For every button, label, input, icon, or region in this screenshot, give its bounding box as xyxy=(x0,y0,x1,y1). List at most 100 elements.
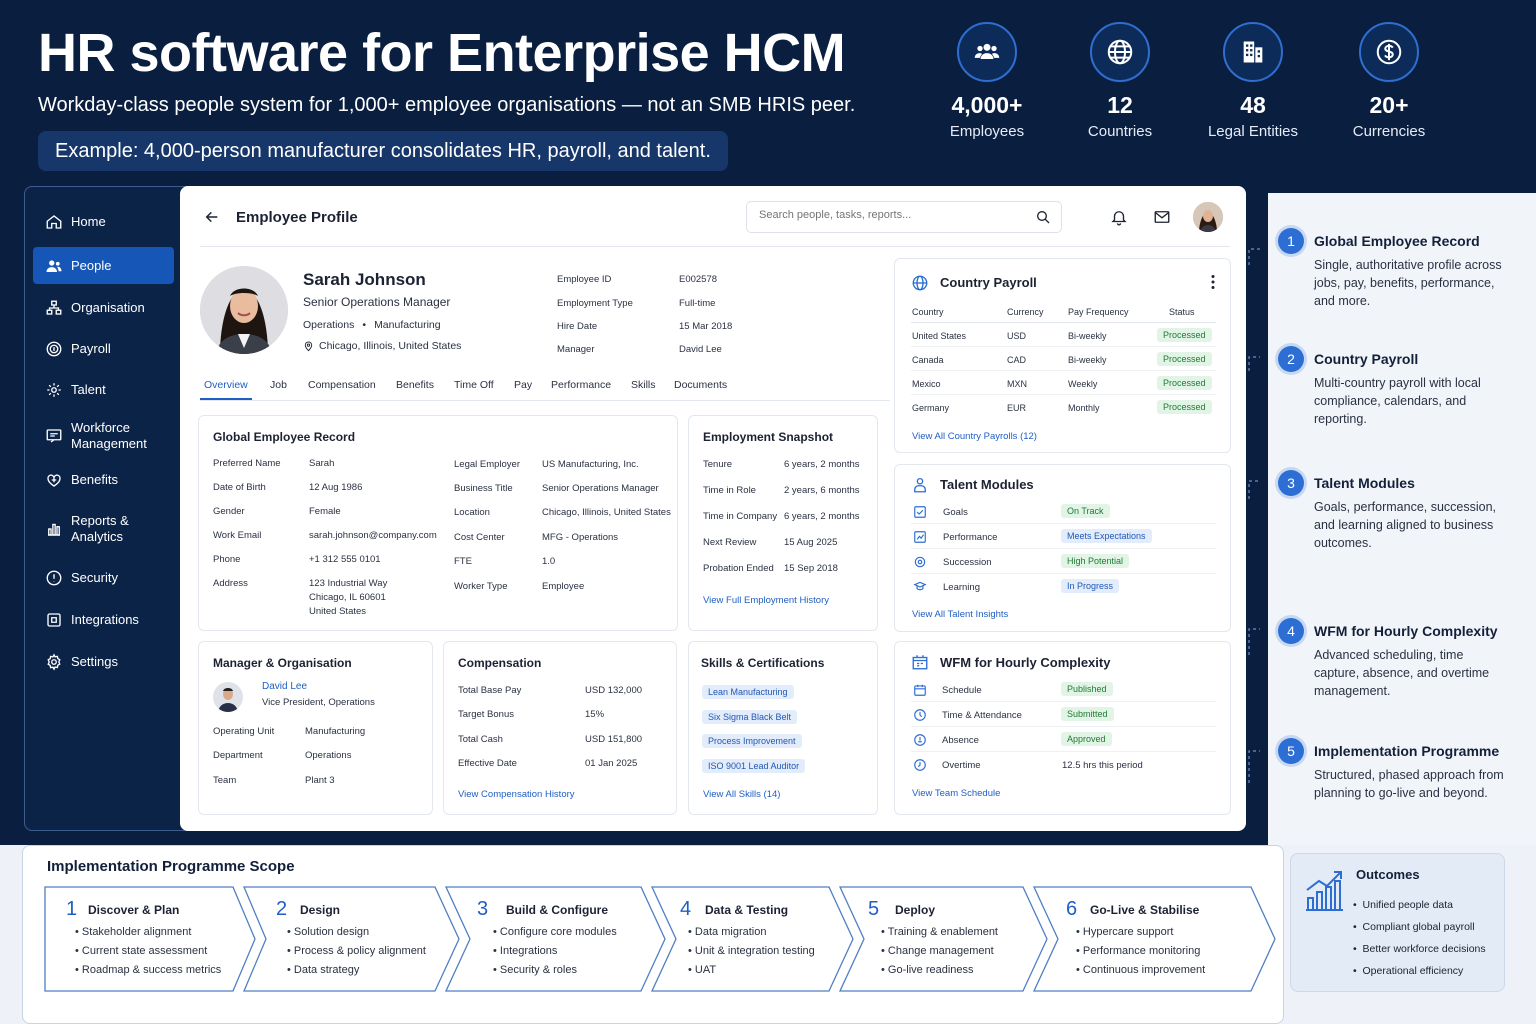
step-item: Current state assessment xyxy=(81,945,208,957)
field-value: 15 Mar 2018 xyxy=(679,321,733,332)
outcome-item: Compliant global payroll xyxy=(1362,921,1475,933)
sidebar-item-security[interactable]: Security xyxy=(33,559,174,596)
stat-label: Countries xyxy=(1087,123,1153,140)
employment-history-link[interactable]: View Full Employment History xyxy=(703,595,829,606)
stat-label: Currencies xyxy=(1352,123,1426,140)
field-label: Time in Company xyxy=(703,511,778,522)
outcome-item: Unified people data xyxy=(1362,899,1454,911)
view-all-payrolls-link[interactable]: View All Country Payrolls (12) xyxy=(912,431,1037,442)
field-label: Business Title xyxy=(454,483,513,494)
tab-pay[interactable]: Pay xyxy=(514,379,532,391)
search-icon[interactable] xyxy=(1035,209,1051,225)
wfm-label: Schedule xyxy=(942,685,982,696)
sidebar-item-talent[interactable]: Talent xyxy=(33,371,174,408)
stat-legal-entities: 48 Legal Entities xyxy=(1178,22,1328,140)
cell-frequency: Weekly xyxy=(1068,379,1098,389)
profile-dept: Operations • Manufacturing xyxy=(303,319,441,331)
sidebar-item-label: Integrations xyxy=(71,612,139,627)
topbar-title: Employee Profile xyxy=(236,209,358,226)
tab-skills[interactable]: Skills xyxy=(631,379,656,391)
sidebar-item-workforce-management[interactable]: Workforce Management xyxy=(33,415,174,457)
skill-chip[interactable]: Six Sigma Black Belt xyxy=(702,710,798,724)
tab-performance[interactable]: Performance xyxy=(551,379,611,391)
performance-icon xyxy=(913,530,927,544)
sidebar-item-label: People xyxy=(71,258,112,273)
card-title: Country Payroll xyxy=(940,275,1037,290)
feature-title: Global Employee Record xyxy=(1314,233,1480,249)
cell-frequency: Bi-weekly xyxy=(1068,355,1107,365)
back-arrow-icon[interactable] xyxy=(204,209,220,225)
tab-job[interactable]: Job xyxy=(270,379,287,391)
sidebar-item-benefits[interactable]: Benefits xyxy=(33,461,174,498)
field-label: Employment Type xyxy=(557,298,633,309)
field-value: E002578 xyxy=(679,274,718,285)
search-input[interactable] xyxy=(759,209,1019,221)
skills-card: Skills & Certifications Lean Manufacturi… xyxy=(688,641,878,815)
stat-currencies: 20+ Currencies xyxy=(1314,22,1464,140)
cell-country: Canada xyxy=(912,355,944,365)
sidebar-item-organisation[interactable]: Organisation xyxy=(33,289,174,326)
tab-overview[interactable]: Overview xyxy=(204,379,248,391)
status-badge: On Track xyxy=(1061,504,1110,518)
field-label: Team xyxy=(213,775,237,786)
field-value: Senior Operations Manager xyxy=(542,483,659,494)
user-avatar[interactable] xyxy=(1193,202,1223,232)
people-icon xyxy=(45,257,63,275)
tab-compensation[interactable]: Compensation xyxy=(308,379,376,391)
field-value: 12 Aug 1986 xyxy=(309,482,363,493)
sidebar-item-home[interactable]: Home xyxy=(33,203,174,240)
field-label: Next Review xyxy=(703,537,757,548)
skill-chip[interactable]: ISO 9001 Lead Auditor xyxy=(702,759,806,773)
step-items: • Configure core modules • Integrations • … xyxy=(493,926,617,976)
overtime-value: 12.5 hrs this period xyxy=(1062,760,1143,771)
step-item: Unit & integration testing xyxy=(694,945,815,957)
talent-insights-link[interactable]: View All Talent Insights xyxy=(912,609,1008,620)
feature-title: Country Payroll xyxy=(1314,351,1419,367)
step-item: Stakeholder alignment xyxy=(81,926,192,938)
more-options-icon[interactable] xyxy=(1210,274,1216,290)
step-item: Data migration xyxy=(694,926,767,938)
tab-time-off[interactable]: Time Off xyxy=(454,379,494,391)
sidebar-item-label: Settings xyxy=(71,654,118,669)
step-title: Design xyxy=(300,903,341,917)
field-label: Address xyxy=(213,578,248,589)
manager-name-link[interactable]: David Lee xyxy=(262,681,307,692)
field-value: United States xyxy=(309,606,367,617)
stat-countries: 12 Countries xyxy=(1045,22,1195,140)
field-label: Tenure xyxy=(703,459,733,470)
sidebar-item-people[interactable]: People xyxy=(33,247,174,284)
compensation-history-link[interactable]: View Compensation History xyxy=(458,789,575,800)
mail-icon[interactable] xyxy=(1153,208,1171,226)
skill-chip[interactable]: Process Improvement xyxy=(702,734,802,748)
tab-benefits[interactable]: Benefits xyxy=(396,379,434,391)
people-icon xyxy=(957,22,1017,82)
feature-title: WFM for Hourly Complexity xyxy=(1314,623,1498,639)
tab-documents[interactable]: Documents xyxy=(674,379,727,391)
skill-chip[interactable]: Lean Manufacturing xyxy=(702,685,794,699)
dept-label: Operations xyxy=(303,319,355,331)
field-value: Female xyxy=(309,506,341,517)
team-schedule-link[interactable]: View Team Schedule xyxy=(912,788,1000,799)
bell-icon[interactable] xyxy=(1110,208,1128,226)
stat-value: 20+ xyxy=(1369,92,1409,118)
sidebar-item-payroll[interactable]: Payroll xyxy=(33,330,174,367)
search-box[interactable] xyxy=(746,201,1062,233)
sidebar-item-label: Benefits xyxy=(71,472,118,487)
learning-icon xyxy=(913,580,927,594)
overtime-icon xyxy=(913,758,927,772)
sidebar-item-label: Home xyxy=(71,214,106,229)
sidebar-item-settings[interactable]: Settings xyxy=(33,643,174,680)
org-chart-icon xyxy=(45,299,63,317)
view-all-skills-link[interactable]: View All Skills (14) xyxy=(703,789,780,800)
page-subtitle: Workday-class people system for 1,000+ e… xyxy=(38,94,856,116)
sidebar-item-integrations[interactable]: Integrations xyxy=(33,601,174,638)
field-value[interactable]: David Lee xyxy=(679,344,722,355)
step-item: Data strategy xyxy=(293,964,360,976)
sidebar-item-reports[interactable]: Reports & Analytics xyxy=(33,508,174,550)
sidebar-item-label: Reports & Analytics xyxy=(71,513,129,544)
card-title: Global Employee Record xyxy=(213,430,356,444)
step-items: • Training & enablement • Change manageme… xyxy=(881,926,998,976)
step-items: • Data migration • Unit & integration tes… xyxy=(688,926,815,976)
talent-modules-card: Talent Modules Goals On Track Performanc… xyxy=(894,464,1231,632)
step-number: 2 xyxy=(276,898,288,920)
